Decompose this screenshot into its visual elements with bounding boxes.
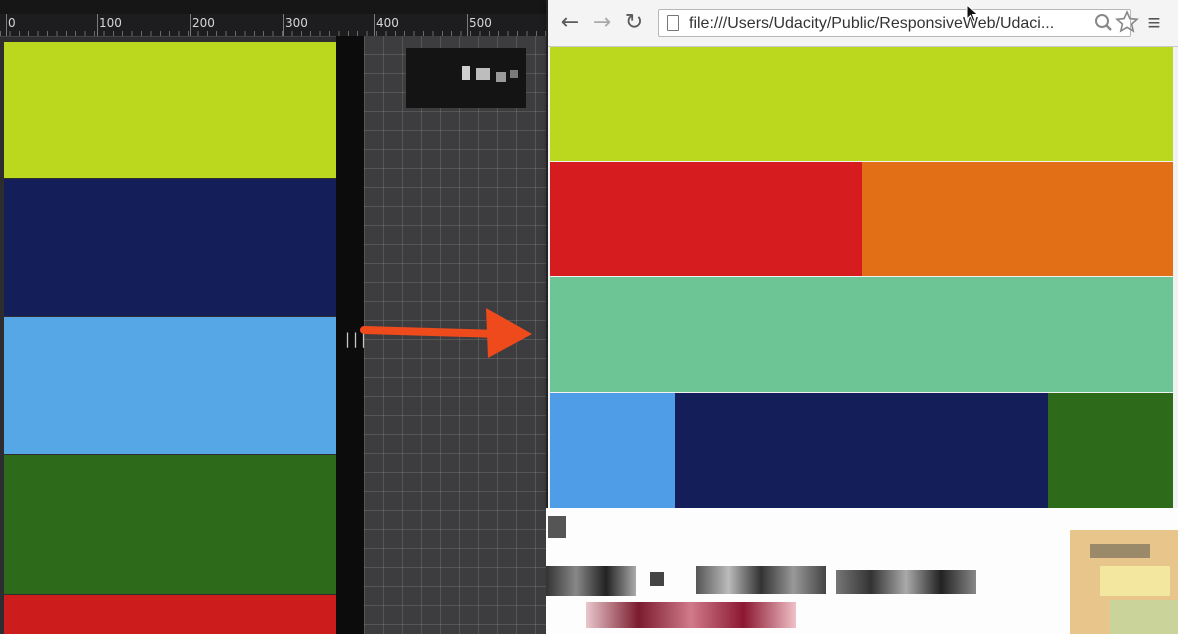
browser-toolbar: ← → ↻ file:///Users/Udacity/Public/Respo… bbox=[548, 0, 1178, 47]
viewport-resize-handle[interactable]: ||| bbox=[343, 330, 368, 348]
content-box-mint bbox=[550, 277, 1173, 392]
ruler-label: 200 bbox=[192, 16, 215, 30]
content-box-blue bbox=[550, 393, 675, 508]
viewport-box-lime bbox=[4, 42, 336, 178]
forward-arrow-icon[interactable]: → bbox=[590, 11, 614, 35]
bookmark-star-icon[interactable] bbox=[1115, 10, 1139, 34]
right-arrow-icon bbox=[360, 308, 532, 358]
content-box-green bbox=[1048, 393, 1173, 508]
page-icon bbox=[667, 15, 679, 31]
ruler-label: 0 bbox=[8, 16, 16, 30]
blurred-logo-thumbnail bbox=[1070, 530, 1178, 634]
content-box-red bbox=[550, 162, 862, 276]
address-bar-url[interactable]: file:///Users/Udacity/Public/ResponsiveW… bbox=[689, 14, 1084, 34]
reload-icon[interactable]: ↻ bbox=[622, 11, 646, 35]
back-arrow-icon[interactable]: ← bbox=[558, 11, 582, 35]
viewport-box-navy bbox=[4, 179, 336, 316]
mouse-cursor-icon bbox=[966, 4, 979, 23]
blurred-overlay-block bbox=[406, 48, 526, 108]
viewport-box-light-blue bbox=[4, 317, 336, 454]
page-content bbox=[550, 47, 1173, 508]
browser-window: ← → ↻ file:///Users/Udacity/Public/Respo… bbox=[548, 0, 1178, 508]
zoom-icon[interactable] bbox=[1094, 12, 1112, 32]
content-box-lime bbox=[550, 47, 1173, 161]
menu-icon[interactable]: ≡ bbox=[1142, 10, 1166, 36]
ruler-label: 500 bbox=[469, 16, 492, 30]
viewport-box-red bbox=[4, 595, 336, 634]
address-bar[interactable]: file:///Users/Udacity/Public/ResponsiveW… bbox=[658, 9, 1139, 37]
content-box-orange bbox=[862, 162, 1173, 276]
emulated-viewport bbox=[4, 42, 336, 634]
ruler-label: 100 bbox=[99, 16, 122, 30]
ruler-label: 400 bbox=[376, 16, 399, 30]
content-box-navy bbox=[675, 393, 1048, 508]
horizontal-ruler: 0 100 200 300 400 500 bbox=[0, 14, 546, 37]
ruler-label: 300 bbox=[285, 16, 308, 30]
viewport-box-green bbox=[4, 455, 336, 594]
devtools-top-strip bbox=[0, 0, 546, 14]
